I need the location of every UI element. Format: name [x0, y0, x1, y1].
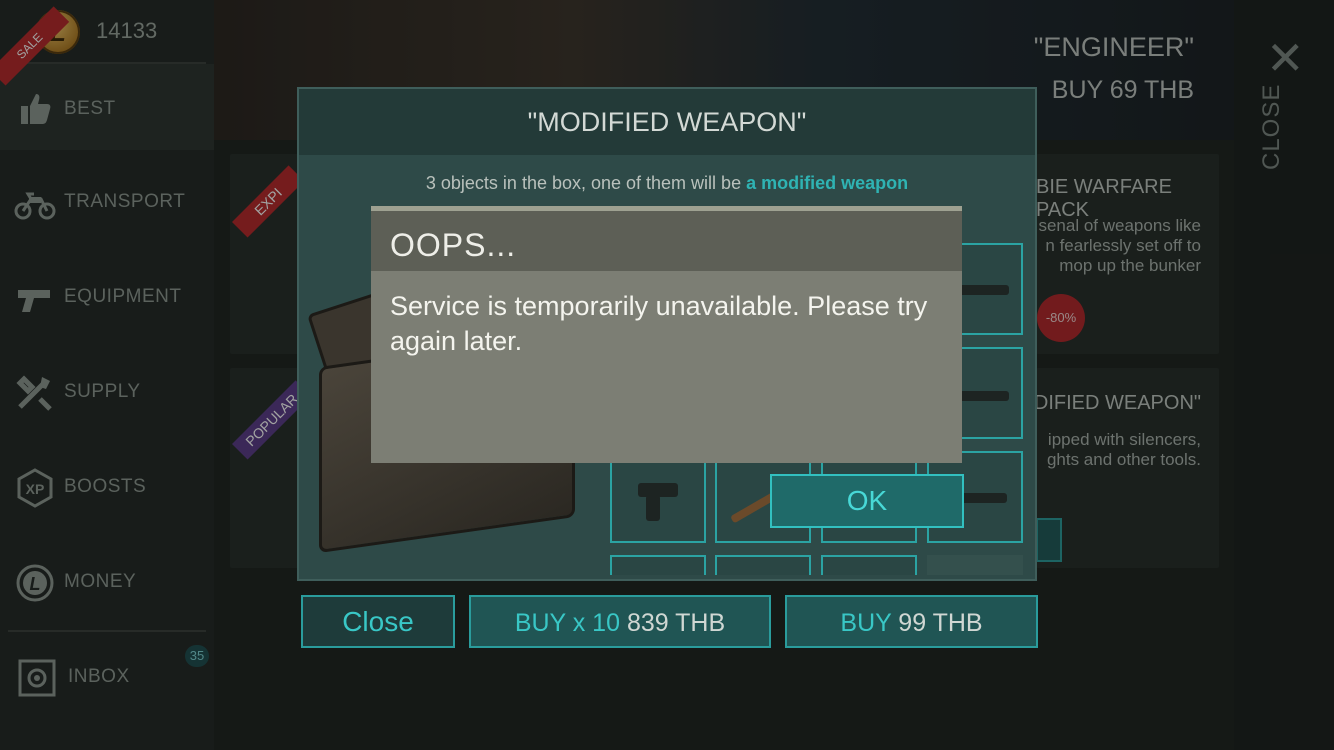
- weapon-slot[interactable]: [610, 451, 706, 543]
- dialog-subtitle: 3 objects in the box, one of them will b…: [299, 173, 1035, 194]
- error-dialog: OOPS... Service is temporarily unavailab…: [371, 206, 962, 463]
- buy-button[interactable]: BUY 99 THB: [785, 595, 1038, 648]
- weapon-slot[interactable]: [821, 555, 917, 575]
- pistol-grip: [646, 495, 660, 521]
- error-dialog-title: OOPS...: [390, 227, 517, 263]
- weapon-slot[interactable]: [927, 555, 1023, 575]
- weapon-slot[interactable]: [715, 555, 811, 575]
- buy-x10-button[interactable]: BUY x 10 839 THB: [469, 595, 771, 648]
- ok-button[interactable]: OK: [770, 474, 964, 528]
- subtitle-highlight: a modified weapon: [746, 173, 909, 193]
- buy-label: BUY: [840, 609, 892, 637]
- buy-price: 99 THB: [898, 609, 983, 637]
- buy-x10-label: BUY x 10: [514, 609, 620, 637]
- weapon-slot[interactable]: [610, 555, 706, 575]
- subtitle-text: 3 objects in the box, one of them will b…: [425, 173, 747, 193]
- error-dialog-header: OOPS...: [371, 211, 962, 271]
- dialog-title: "MODIFIED WEAPON": [527, 107, 807, 137]
- error-message: Service is temporarily unavailable. Plea…: [390, 291, 928, 356]
- buy-x10-price: 839 THB: [626, 609, 726, 637]
- close-button[interactable]: Close: [301, 595, 455, 648]
